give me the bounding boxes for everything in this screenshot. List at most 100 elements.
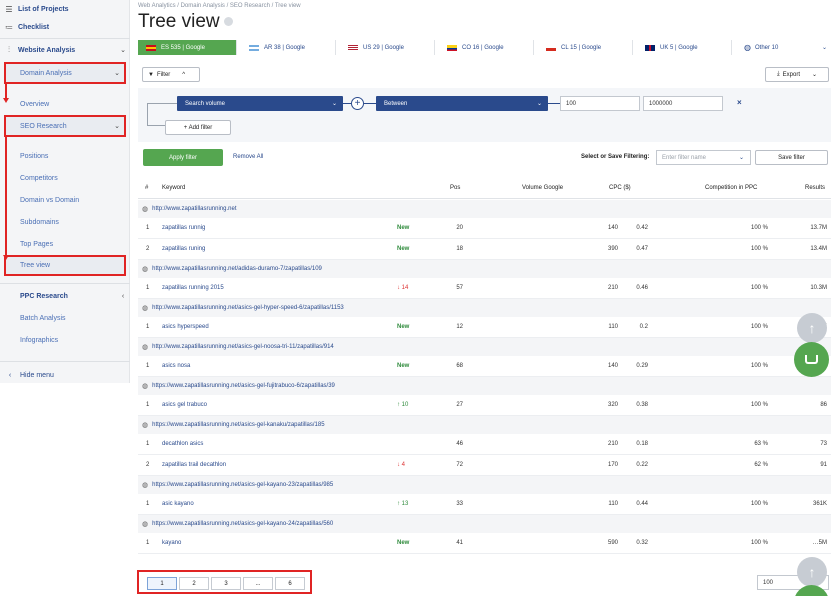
position-value: 46 xyxy=(456,441,463,447)
url-link[interactable]: http://www.zapatillasrunning.net/adidas-… xyxy=(152,266,322,272)
page-title: Tree view xyxy=(138,11,233,33)
sidebar-item-infographics[interactable]: Infographics xyxy=(0,331,130,349)
url-group-row[interactable]: ◍ https://www.zapatillasrunning.net/asics… xyxy=(138,377,831,395)
sidebar-item-ppc-research[interactable]: PPC Research ‹ xyxy=(0,287,130,305)
filter-min-input[interactable]: 100 xyxy=(560,96,640,111)
url-group-row[interactable]: ◍ http://www.zapatillasrunning.net/asics-… xyxy=(138,338,831,356)
sidebar-item-overview[interactable]: Overview xyxy=(0,95,130,113)
hide-menu-button[interactable]: ‹ Hide menu xyxy=(0,368,54,382)
cpc-value: 0.46 xyxy=(636,285,648,291)
info-icon[interactable] xyxy=(223,17,233,27)
save-filter-button[interactable]: Save filter xyxy=(755,150,828,165)
page-button[interactable]: ... xyxy=(243,577,273,590)
url-group-row[interactable]: ◍ http://www.zapatillasrunning.net/asics-… xyxy=(138,299,831,317)
sidebar-item-batch-analysis[interactable]: Batch Analysis xyxy=(0,309,130,327)
chevron-down-icon: ⌄ xyxy=(331,101,337,107)
scroll-top-button[interactable]: ↑ xyxy=(797,313,827,343)
tab-other[interactable]: ◍ Other 10 ⌄ xyxy=(732,40,831,55)
tab-us[interactable]: US 29 | Google xyxy=(336,40,435,55)
sidebar-item-domain-analysis[interactable]: Domain Analysis ⌄ xyxy=(4,62,126,84)
column-header-cpc[interactable]: CPC ($) xyxy=(609,185,631,191)
chat-button[interactable] xyxy=(794,342,829,377)
add-filter-button[interactable]: + Add filter xyxy=(165,120,231,135)
url-group-row[interactable]: ◍ https://www.zapatillasrunning.net/asics… xyxy=(138,416,831,434)
tab-es[interactable]: ES 535 | Google xyxy=(138,40,237,55)
keyword-link[interactable]: zapatillas trail decathlon xyxy=(162,462,226,468)
column-header-pos[interactable]: Pos xyxy=(450,185,460,191)
sidebar-item-competitors[interactable]: Competitors xyxy=(0,169,130,187)
table-row: 1 asics gel trabuco ↑ 10 27 320 0.38 100 % 86 xyxy=(138,395,831,416)
keyword-link[interactable]: asics hyperspeed xyxy=(162,324,209,330)
tab-co[interactable]: CO 16 | Google xyxy=(435,40,534,55)
sidebar-item-tree-view[interactable]: Tree view xyxy=(4,255,126,276)
remove-all-link[interactable]: Remove All xyxy=(233,154,263,160)
url-link[interactable]: http://www.zapatillasrunning.net/asics-g… xyxy=(152,344,334,350)
row-number: 1 xyxy=(146,441,150,447)
keyword-link[interactable]: zapatillas running 2015 xyxy=(162,285,224,291)
cpc-value: 0.18 xyxy=(636,441,648,447)
keyword-link[interactable]: asic kayano xyxy=(162,501,194,507)
page-button[interactable]: 6 xyxy=(275,577,305,590)
competition-value: 100 % xyxy=(750,246,768,252)
url-link[interactable]: https://www.zapatillasrunning.net/asics-… xyxy=(152,422,324,428)
keyword-link[interactable]: zapatillas runing xyxy=(162,246,205,252)
keyword-link[interactable]: decathlon asics xyxy=(162,441,203,447)
tree-connector xyxy=(343,103,351,104)
filter-max-input[interactable]: 1000000 xyxy=(643,96,723,111)
url-group-row[interactable]: ◍ http://www.zapatillasrunning.net xyxy=(138,200,831,218)
competition-value: 63 % xyxy=(754,441,768,447)
colombia-flag-icon xyxy=(447,44,457,51)
sidebar-item-website-analysis[interactable]: ⫶ Website Analysis ⌄ xyxy=(0,41,130,59)
sidebar-item-list-of-projects[interactable]: ☰ List of Projects xyxy=(0,0,130,18)
column-header-competition[interactable]: Competition in PPC xyxy=(705,185,757,191)
apply-filter-button[interactable]: Apply filter xyxy=(143,149,223,166)
keyword-link[interactable]: asics gel trabuco xyxy=(162,402,207,408)
keyword-link[interactable]: kayano xyxy=(162,540,181,546)
page-button[interactable]: 3 xyxy=(211,577,241,590)
url-group-row[interactable]: ◍ https://www.zapatillasrunning.net/asics… xyxy=(138,476,831,494)
scroll-top-button[interactable]: ↑ xyxy=(797,557,827,587)
tab-ar[interactable]: AR 38 | Google xyxy=(237,40,336,55)
add-condition-icon[interactable]: + xyxy=(351,97,364,110)
url-link[interactable]: https://www.zapatillasrunning.net/asics-… xyxy=(152,482,333,488)
page-button[interactable]: 1 xyxy=(147,577,177,590)
column-header-results[interactable]: Results xyxy=(805,185,825,191)
filter-operator-select[interactable]: Between ⌄ xyxy=(376,96,548,111)
url-link[interactable]: https://www.zapatillasrunning.net/asics-… xyxy=(152,383,335,389)
tree-connector xyxy=(147,103,148,125)
sidebar-item-subdomains[interactable]: Subdomains xyxy=(0,213,130,231)
keyword-link[interactable]: zapatillas runnig xyxy=(162,225,205,231)
url-group-row[interactable]: ◍ https://www.zapatillasrunning.net/asics… xyxy=(138,515,831,533)
tab-cl[interactable]: CL 15 | Google xyxy=(534,40,633,55)
globe-icon: ◍ xyxy=(142,521,149,528)
cpc-value: 0.42 xyxy=(636,225,648,231)
tab-uk[interactable]: UK 5 | Google xyxy=(633,40,732,55)
close-icon[interactable]: × xyxy=(737,98,742,107)
globe-icon: ◍ xyxy=(142,383,149,390)
filter-field-select[interactable]: Search volume ⌄ xyxy=(177,96,343,111)
sidebar-item-domain-vs-domain[interactable]: Domain vs Domain xyxy=(0,191,130,209)
table-row: 1 decathlon asics 46 210 0.18 63 % 73 xyxy=(138,434,831,455)
sidebar: ☰ List of Projects ≔ Checklist ⫶ Website… xyxy=(0,0,130,383)
sidebar-item-positions[interactable]: Positions xyxy=(0,147,130,165)
url-link[interactable]: http://www.zapatillasrunning.net xyxy=(152,206,236,212)
filter-button[interactable]: ▼ Filter ^ xyxy=(142,67,200,82)
chevron-down-icon: ⌄ xyxy=(821,45,827,51)
globe-icon: ◍ xyxy=(142,482,149,489)
url-link[interactable]: https://www.zapatillasrunning.net/asics-… xyxy=(152,521,333,527)
url-group-row[interactable]: ◍ http://www.zapatillasrunning.net/adidas… xyxy=(138,260,831,278)
column-header-keyword[interactable]: Keyword xyxy=(162,185,185,191)
position-change: ↓ 14 xyxy=(397,285,409,291)
url-link[interactable]: http://www.zapatillasrunning.net/asics-g… xyxy=(152,305,344,311)
sidebar-item-top-pages[interactable]: Top Pages xyxy=(0,235,130,253)
filter-name-input[interactable]: Enter filter name ⌄ xyxy=(656,150,751,165)
annotation-arrow-head xyxy=(3,98,9,103)
keyword-link[interactable]: asics nosa xyxy=(162,363,190,369)
sidebar-item-seo-research[interactable]: SEO Research ⌄ xyxy=(4,115,126,137)
export-button[interactable]: ⤓ Export ⌄ xyxy=(765,67,829,82)
arrow-up-icon: ↑ xyxy=(808,320,816,336)
sidebar-item-checklist[interactable]: ≔ Checklist xyxy=(0,18,130,36)
column-header-volume[interactable]: Volume Google xyxy=(522,185,563,191)
position-value: 68 xyxy=(456,363,463,369)
page-button[interactable]: 2 xyxy=(179,577,209,590)
